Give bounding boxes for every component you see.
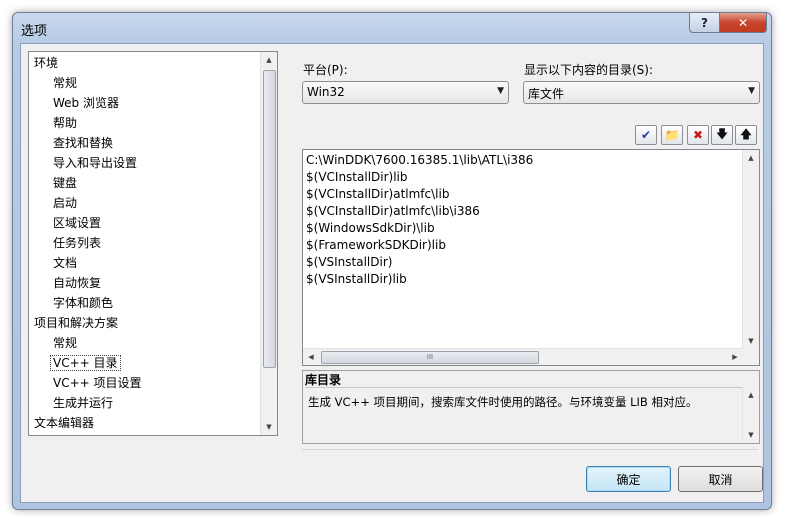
tree-item-label: 生成并运行 — [53, 396, 114, 410]
directory-row[interactable]: $(WindowsSdkDir)\lib — [306, 220, 435, 237]
cancel-button-label: 取消 — [708, 472, 733, 487]
tree-item[interactable]: 启动 — [53, 194, 77, 212]
tree-item[interactable]: 查找和替换 — [53, 134, 113, 152]
chevron-down-icon: ▼ — [748, 86, 755, 96]
scroll-thumb[interactable] — [263, 70, 276, 368]
tree-item[interactable]: Web 浏览器 — [53, 94, 119, 112]
new-folder-icon: 📁 — [664, 128, 680, 142]
directory-row[interactable]: $(FrameworkSDKDir)lib — [306, 237, 446, 254]
tree-item[interactable]: 键盘 — [53, 174, 77, 192]
tree-item-label: 项目和解决方案 — [34, 316, 119, 330]
tree-item-label: 键盘 — [53, 176, 78, 190]
tree-item-label: 任务列表 — [53, 236, 102, 250]
tree-item-label: 字体和颜色 — [53, 296, 114, 310]
list-horizontal-scrollbar[interactable]: ◀ III ▶ — [303, 348, 743, 365]
title-bar[interactable]: 选项 ? ✕ — [13, 13, 771, 43]
close-icon: ✕ — [737, 15, 749, 30]
tree-item-label: 自动恢复 — [53, 276, 102, 290]
dialog-client: ▲ ▼ 环境常规 Web 浏览器 帮助查找和替换导入和导出设置 键盘启动区域设置任务列… — [20, 43, 764, 503]
directory-row[interactable]: $(VSInstallDir)lib — [306, 271, 407, 288]
show-dirs-select[interactable]: 库文件 ▼ — [523, 81, 760, 104]
close-button[interactable]: ✕ — [719, 13, 767, 33]
arrow-up-icon: 🡅 — [739, 126, 753, 141]
show-dirs-label: 显示以下内容的目录(S): — [524, 63, 654, 77]
list-vertical-scrollbar[interactable]: ▲ ▼ — [742, 150, 759, 349]
scroll-down-arrow[interactable]: ▼ — [743, 427, 759, 443]
help-icon: ? — [701, 15, 708, 30]
options-dialog: 选项 ? ✕ ▲ ▼ 环境常规 Web 浏览器 帮助查找和替换导入和导出设置 键盘启动… — [12, 12, 772, 510]
directory-list[interactable]: ▲ ▼ ◀ III ▶ C:\WinDDK\7600.16385.1\lib\A… — [302, 149, 760, 366]
tree-item-label: VC++ 项目设置 — [53, 376, 142, 390]
directory-row[interactable]: $(VCInstallDir)atlmfc\lib\i386 — [306, 203, 480, 220]
scroll-up-arrow[interactable]: ▲ — [743, 150, 759, 166]
show-dirs-value: 库文件 — [528, 87, 565, 101]
move-down-button[interactable]: 🡇 — [711, 125, 733, 145]
tree-item[interactable]: 区域设置 — [53, 214, 101, 232]
tree-item[interactable]: 帮助 — [53, 114, 77, 132]
scroll-down-arrow[interactable]: ▼ — [743, 333, 759, 349]
arrow-down-icon: 🡇 — [715, 126, 729, 141]
directory-row[interactable]: C:\WinDDK\7600.16385.1\lib\ATL\i386 — [306, 152, 533, 169]
tree-vertical-scrollbar[interactable]: ▲ ▼ — [260, 52, 277, 435]
tree-item-label: VC++ 目录 — [50, 355, 121, 371]
tree-item[interactable]: 文档 — [53, 254, 77, 272]
description-title: 库目录 — [305, 371, 743, 388]
horizontal-scroll-thumb[interactable]: III — [321, 351, 539, 364]
scroll-right-arrow[interactable]: ▶ — [727, 349, 743, 365]
move-up-button[interactable]: 🡅 — [735, 125, 757, 145]
scroll-up-arrow[interactable]: ▲ — [743, 387, 759, 403]
tree-item-label: 常规 — [53, 336, 78, 350]
tree-item-label: 区域设置 — [53, 216, 102, 230]
ok-button[interactable]: 确定 — [586, 466, 671, 492]
delete-icon: ✖ — [692, 128, 704, 142]
check-button[interactable]: ✔ — [635, 125, 657, 145]
dialog-title: 选项 — [21, 24, 48, 39]
directory-row[interactable]: $(VCInstallDir)atlmfc\lib — [306, 186, 449, 203]
tree-item-label: 文本编辑器 — [34, 416, 95, 430]
tree-item-label: 启动 — [53, 196, 78, 210]
divider — [302, 449, 758, 450]
options-tree[interactable]: ▲ ▼ 环境常规 Web 浏览器 帮助查找和替换导入和导出设置 键盘启动区域设置任务列… — [28, 51, 278, 436]
tree-item[interactable]: 常规 — [53, 334, 77, 352]
tree-item-label: Web 浏览器 — [53, 96, 119, 110]
description-panel: 库目录 生成 VC++ 项目期间，搜索库文件时使用的路径。与环境变量 LIB 相… — [302, 370, 760, 444]
new-line-button[interactable]: 📁 — [661, 125, 683, 145]
scroll-down-arrow[interactable]: ▼ — [261, 419, 277, 435]
directory-row[interactable]: $(VCInstallDir)lib — [306, 169, 408, 186]
scroll-left-arrow[interactable]: ◀ — [303, 349, 319, 365]
platform-value: Win32 — [307, 85, 345, 99]
ok-button-label: 确定 — [616, 472, 641, 487]
tree-item-label: 导入和导出设置 — [53, 156, 138, 170]
tree-item-label: 文档 — [53, 256, 78, 270]
scroll-corner — [743, 349, 759, 365]
tree-category[interactable]: 文本编辑器 — [34, 414, 94, 432]
platform-select[interactable]: Win32 ▼ — [302, 81, 509, 104]
directory-row[interactable]: $(VSInstallDir) — [306, 254, 392, 271]
description-scrollbar[interactable]: ▲ ▼ — [742, 387, 759, 443]
help-button[interactable]: ? — [689, 13, 720, 33]
tree-item[interactable]: 任务列表 — [53, 234, 101, 252]
tree-item[interactable]: 常规 — [53, 74, 77, 92]
platform-label: 平台(P): — [303, 63, 348, 77]
chevron-down-icon: ▼ — [497, 86, 504, 96]
scroll-grip-icon: III — [426, 353, 434, 361]
tree-item[interactable]: VC++ 项目设置 — [53, 374, 142, 392]
description-text: 生成 VC++ 项目期间，搜索库文件时使用的路径。与环境变量 LIB 相对应。 — [308, 395, 698, 409]
tree-item[interactable]: 字体和颜色 — [53, 294, 113, 312]
tree-item-label: 环境 — [34, 56, 59, 70]
cancel-button[interactable]: 取消 — [678, 466, 763, 492]
scroll-up-arrow[interactable]: ▲ — [261, 52, 277, 68]
tree-category[interactable]: 项目和解决方案 — [34, 314, 118, 332]
tree-category[interactable]: 环境 — [34, 54, 58, 72]
tree-item[interactable]: 自动恢复 — [53, 274, 101, 292]
tree-item-label: 帮助 — [53, 116, 78, 130]
tree-item-label: 常规 — [53, 76, 78, 90]
check-icon: ✔ — [640, 128, 652, 142]
tree-item[interactable]: 生成并运行 — [53, 394, 113, 412]
tree-item-label: 查找和替换 — [53, 136, 114, 150]
tree-item[interactable]: VC++ 目录 — [50, 354, 121, 372]
tree-item[interactable]: 导入和导出设置 — [53, 154, 137, 172]
delete-button[interactable]: ✖ — [687, 125, 709, 145]
